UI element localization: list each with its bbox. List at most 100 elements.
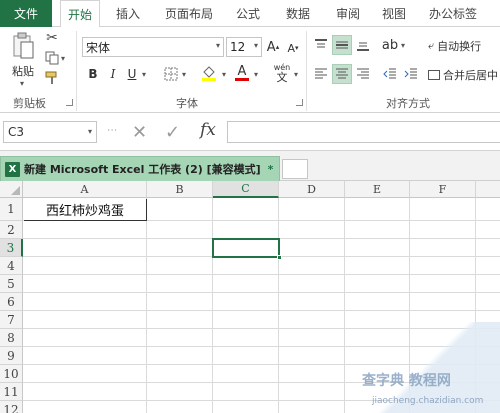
chevron-down-icon: ▾: [215, 41, 220, 50]
row-header-2[interactable]: 2: [0, 221, 23, 239]
underline-button[interactable]: U: [124, 65, 140, 83]
row-header-10[interactable]: 10: [0, 365, 23, 383]
column-header-f[interactable]: F: [410, 181, 476, 198]
tab-view[interactable]: 视图: [374, 0, 414, 27]
wrap-text-icon: ⤶: [428, 39, 435, 52]
bold-button[interactable]: B: [85, 65, 101, 83]
merge-center-label: 合并后居中: [443, 69, 498, 82]
gridline: [344, 198, 345, 413]
phonetic-guide-button[interactable]: wén 文: [271, 63, 293, 83]
enter-icon[interactable]: ✓: [165, 122, 180, 143]
copy-dropdown-icon[interactable]: ▾: [61, 54, 65, 63]
align-left-icon[interactable]: [311, 64, 331, 84]
gridline: [278, 198, 279, 413]
increase-font-size-icon[interactable]: A ▴: [266, 39, 280, 55]
row-header-3[interactable]: 3: [0, 239, 23, 257]
paste-dropdown-icon[interactable]: ▾: [20, 79, 24, 88]
insert-function-button[interactable]: fx: [200, 120, 216, 140]
font-name-select[interactable]: 宋体 ▾: [82, 37, 224, 57]
row-header-1[interactable]: 1: [0, 198, 23, 221]
font-name-value: 宋体: [86, 40, 111, 55]
row-header-12[interactable]: 12: [0, 401, 23, 413]
merge-center-icon: [428, 70, 440, 80]
font-color-dropdown-icon[interactable]: ▾: [254, 70, 258, 79]
name-box[interactable]: C3 ▾: [3, 121, 97, 143]
top-align-icon[interactable]: [311, 35, 331, 55]
orientation-dropdown-icon[interactable]: ▾: [401, 41, 405, 50]
clipboard-launcher-icon[interactable]: [66, 99, 73, 106]
bottom-align-icon[interactable]: [353, 35, 373, 55]
tab-data[interactable]: 数据: [278, 0, 318, 27]
format-painter-icon[interactable]: [44, 70, 60, 86]
column-header-g[interactable]: [476, 181, 500, 198]
chevron-down-icon: ▾: [253, 41, 258, 50]
font-launcher-icon[interactable]: [296, 99, 303, 106]
borders-icon[interactable]: [163, 66, 179, 82]
underline-dropdown-icon[interactable]: ▾: [142, 70, 146, 79]
column-header-a[interactable]: A: [23, 181, 147, 198]
wrap-text-label: 自动换行: [437, 40, 482, 53]
align-center-icon[interactable]: [332, 64, 352, 84]
font-color-icon[interactable]: A: [234, 64, 250, 82]
tab-office-tab[interactable]: 办公标签: [420, 0, 486, 27]
increase-indent-icon[interactable]: [401, 64, 421, 84]
merge-center-button[interactable]: 合并后居中: [428, 67, 498, 83]
alignment-group-label: 对齐方式: [386, 97, 430, 110]
decrease-font-size-icon[interactable]: A ▾: [286, 41, 300, 55]
phonetic-dropdown-icon[interactable]: ▾: [294, 70, 298, 79]
document-close-button[interactable]: *: [268, 163, 274, 176]
row-header-8[interactable]: 8: [0, 329, 23, 347]
document-tab[interactable]: X 新建 Microsoft Excel 工作表 (2) [兼容模式] *: [0, 156, 280, 181]
wrap-text-button[interactable]: ⤶ 自动换行: [428, 38, 481, 54]
gridline: [23, 310, 500, 311]
tab-insert[interactable]: 插入: [108, 0, 148, 27]
formula-input[interactable]: [227, 121, 500, 143]
italic-button[interactable]: I: [105, 65, 121, 83]
name-box-value: C3: [8, 125, 25, 139]
copy-icon[interactable]: [44, 50, 60, 66]
cell-a1[interactable]: 西红柿炒鸡蛋: [24, 199, 147, 221]
fill-handle[interactable]: [277, 255, 282, 260]
row-header-11[interactable]: 11: [0, 383, 23, 401]
decrease-indent-icon[interactable]: [380, 64, 400, 84]
tab-formulas[interactable]: 公式: [228, 0, 268, 27]
resize-handle-icon[interactable]: ⋮: [106, 125, 117, 134]
column-header-d[interactable]: D: [279, 181, 345, 198]
column-header-e[interactable]: E: [345, 181, 410, 198]
chevron-down-icon: ▾: [87, 127, 92, 136]
gridline: [146, 198, 147, 413]
row-header-7[interactable]: 7: [0, 311, 23, 329]
gridline: [23, 292, 500, 293]
group-divider: [306, 31, 307, 111]
row-header-9[interactable]: 9: [0, 347, 23, 365]
formula-bar: C3 ▾ ⋮ ✕ ✓ fx: [0, 113, 500, 151]
new-tab-button[interactable]: [282, 159, 308, 179]
cut-icon[interactable]: ✂: [44, 30, 60, 46]
row-header-6[interactable]: 6: [0, 293, 23, 311]
ribbon-tab-bar: 文件 开始 插入 页面布局 公式 数据 审阅 视图 办公标签: [0, 0, 500, 28]
select-all-button[interactable]: [0, 181, 23, 198]
tab-page-layout[interactable]: 页面布局: [158, 0, 220, 27]
fill-color-dropdown-icon[interactable]: ▾: [222, 70, 226, 79]
tab-home[interactable]: 开始: [60, 0, 100, 28]
paste-button[interactable]: 粘贴: [9, 63, 37, 79]
paste-icon[interactable]: [10, 31, 36, 61]
row-header-5[interactable]: 5: [0, 275, 23, 293]
orientation-icon[interactable]: ab: [380, 35, 400, 55]
align-right-icon[interactable]: [353, 64, 373, 84]
gridline: [23, 274, 500, 275]
row-header-4[interactable]: 4: [0, 257, 23, 275]
tab-file[interactable]: 文件: [0, 0, 52, 27]
clipboard-group-label: 剪贴板: [13, 97, 46, 110]
column-header-c[interactable]: C: [213, 181, 279, 198]
cancel-icon[interactable]: ✕: [132, 122, 147, 143]
gridline: [212, 198, 213, 413]
active-cell-c3[interactable]: [212, 238, 280, 258]
borders-dropdown-icon[interactable]: ▾: [182, 70, 186, 79]
font-group-label: 字体: [176, 97, 198, 110]
tab-review[interactable]: 审阅: [328, 0, 368, 27]
fill-color-icon[interactable]: [200, 64, 218, 82]
column-header-b[interactable]: B: [147, 181, 213, 198]
middle-align-icon[interactable]: [332, 35, 352, 55]
font-size-select[interactable]: 12 ▾: [226, 37, 262, 57]
